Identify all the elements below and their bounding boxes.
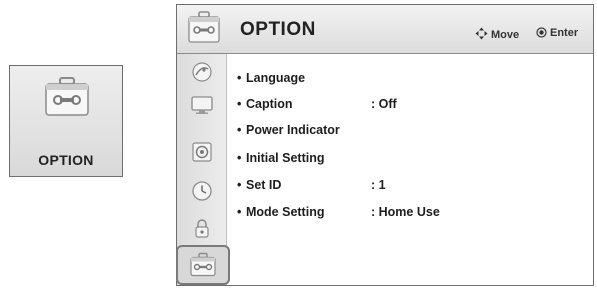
bullet: •: [237, 178, 242, 192]
menu-item-value: : Home Use: [371, 205, 440, 219]
sidebar-item-time[interactable]: [187, 179, 217, 203]
menu-header: OPTION Move Enter: [177, 5, 593, 54]
move-hint-label: Move: [491, 29, 520, 41]
lock-icon: [195, 219, 209, 238]
sidebar-item-lock[interactable]: [187, 216, 217, 240]
option-menu-panel: OPTION Move Enter • Language • Caption:…: [176, 4, 594, 286]
category-sidebar: [176, 54, 230, 285]
sidebar-item-picture[interactable]: [187, 93, 217, 117]
bullet: •: [237, 205, 242, 219]
speaker-icon: [192, 142, 212, 162]
menu-item-label: Caption: [246, 97, 293, 111]
tile-label: OPTION: [38, 152, 94, 168]
menu-item-value: : 1: [371, 178, 386, 192]
bullet: •: [237, 97, 242, 111]
sidebar-item-option[interactable]: [176, 245, 230, 285]
toolbox-icon: [190, 252, 216, 277]
enter-hint: Enter: [536, 27, 578, 39]
option-list: • Language • Caption : Off • Power Indic…: [237, 54, 593, 285]
menu-item-label: Language: [246, 71, 306, 85]
sidebar-item-audio[interactable]: [187, 140, 217, 164]
menu-item-label: Mode Setting: [246, 205, 325, 219]
option-tile[interactable]: OPTION: [9, 65, 123, 177]
move-arrows-icon: [475, 27, 488, 40]
sidebar-item-channel[interactable]: [187, 60, 217, 84]
menu-item-label: Power Indicator: [246, 123, 340, 137]
tv-screen-icon: [191, 96, 213, 114]
bullet: •: [237, 123, 242, 137]
clock-icon: [192, 181, 212, 201]
bullet: •: [237, 71, 242, 85]
toolbox-icon: [45, 77, 89, 116]
enter-hint-label: Enter: [550, 27, 579, 39]
enter-button-icon: [536, 27, 547, 38]
move-hint: Move: [475, 27, 519, 41]
satellite-dish-icon: [192, 62, 212, 82]
menu-item-label: Set ID: [246, 178, 282, 192]
menu-item-label: Initial Setting: [246, 151, 325, 165]
menu-item-value: : Off: [371, 97, 397, 111]
page-title: OPTION: [240, 19, 316, 40]
toolbox-icon: [188, 11, 220, 43]
bullet: •: [237, 151, 242, 165]
